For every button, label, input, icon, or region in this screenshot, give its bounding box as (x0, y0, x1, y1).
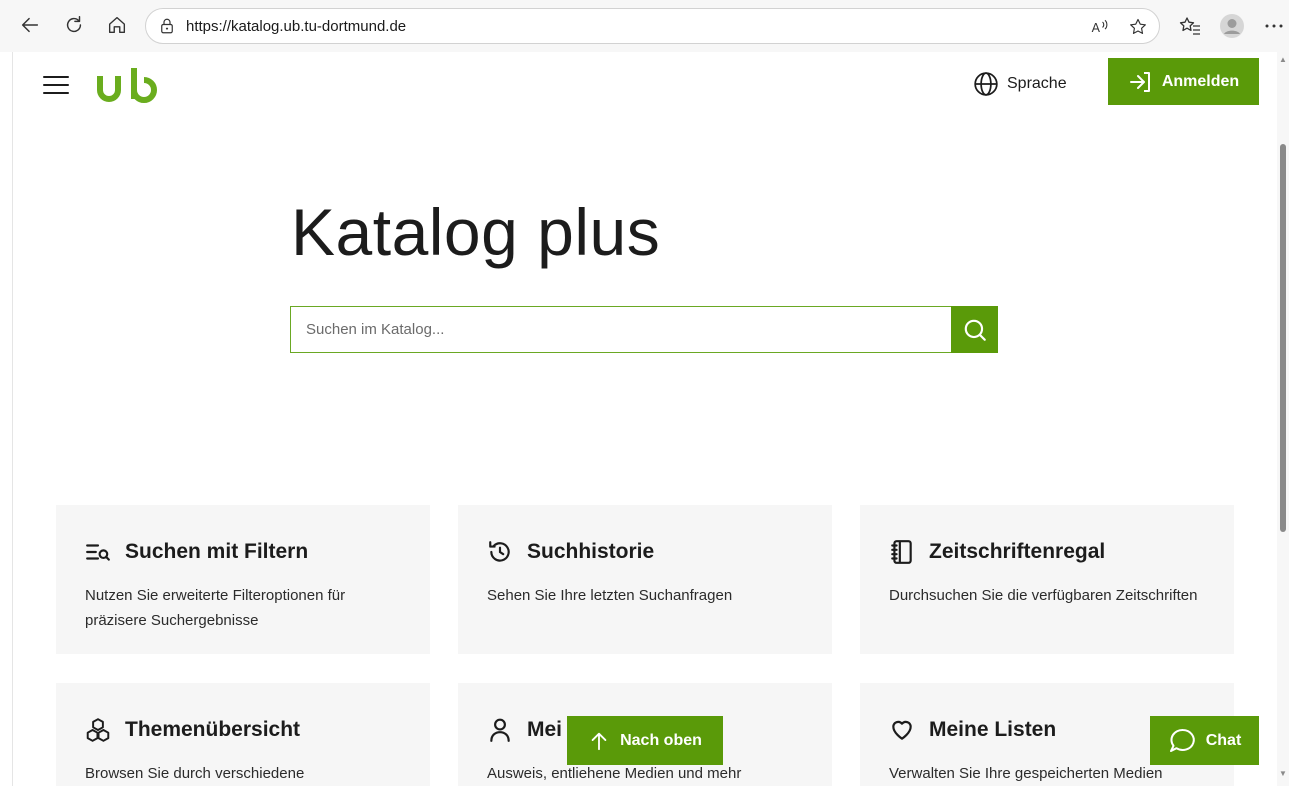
card-header: Themenübersicht (85, 717, 402, 743)
language-button[interactable]: Sprache (973, 70, 1067, 98)
arrow-left-icon (21, 17, 39, 33)
read-aloud-icon[interactable]: A (1090, 17, 1110, 37)
chat-bubble-icon (1169, 728, 1195, 752)
card-title: Suchhistorie (527, 540, 655, 563)
search-icon (964, 319, 986, 341)
back-to-top-label: Nach oben (620, 731, 702, 749)
card-journals[interactable]: Zeitschriftenregal Durchsuchen Sie die v… (860, 505, 1234, 654)
card-header: Suchhistorie (487, 539, 804, 565)
menu-button[interactable] (43, 70, 69, 96)
user-icon (490, 718, 510, 742)
page-scrollbar[interactable]: ▲ ▼ (1277, 52, 1289, 786)
favorite-star-icon[interactable] (1128, 17, 1148, 37)
card-search-history[interactable]: Suchhistorie Sehen Sie Ihre letzten Such… (458, 505, 832, 654)
page-title: Katalog plus (291, 195, 661, 269)
profile-avatar-icon[interactable] (1220, 14, 1244, 38)
card-description: Browsen Sie durch verschiedene (85, 765, 305, 782)
hamburger-line (43, 84, 69, 86)
scroll-down-arrow[interactable]: ▼ (1279, 770, 1287, 778)
topics-icon (86, 718, 110, 742)
home-icon (108, 16, 126, 34)
chat-button[interactable]: Chat (1150, 716, 1259, 765)
reload-button[interactable] (61, 12, 87, 38)
login-label: Anmelden (1161, 72, 1240, 90)
browser-toolbar: https://katalog.ub.tu-dortmund.de A (0, 0, 1289, 52)
card-header: Zeitschriftenregal (889, 539, 1206, 565)
history-icon (489, 541, 510, 562)
card-description: Nutzen Sie erweiterte Filteroptionen für… (85, 587, 346, 629)
arrow-up-icon (591, 732, 607, 750)
card-title: Suchen mit Filtern (125, 540, 309, 563)
login-arrow-icon (1129, 71, 1150, 92)
favorites-icon[interactable] (1178, 14, 1202, 38)
card-search-filters[interactable]: Suchen mit Filtern Nutzen Sie erweiterte… (56, 505, 430, 654)
scroll-thumb[interactable] (1280, 144, 1286, 532)
search-input[interactable] (291, 307, 951, 352)
hamburger-line (43, 76, 69, 78)
search-form (290, 306, 998, 353)
login-button[interactable]: Anmelden (1108, 58, 1259, 105)
more-options-icon[interactable] (1262, 14, 1286, 38)
card-topics[interactable]: Themenübersicht Browsen Sie durch versch… (56, 683, 430, 786)
chat-label: Chat (1205, 731, 1242, 749)
card-description: Durchsuchen Sie die verfügbaren Zeitschr… (889, 587, 1198, 604)
journal-icon (891, 540, 912, 564)
back-button[interactable] (17, 12, 43, 38)
card-title: Themenübersicht (125, 718, 301, 741)
hamburger-line (43, 92, 69, 94)
card-title: Zeitschriftenregal (929, 540, 1106, 563)
page-content: Sprache Anmelden Katalog plus Suchen mit… (12, 52, 1277, 786)
ub-logo[interactable] (96, 66, 168, 106)
scroll-up-arrow[interactable]: ▲ (1279, 56, 1287, 64)
card-header: Suchen mit Filtern (85, 539, 402, 565)
home-button[interactable] (104, 12, 130, 38)
reload-icon (66, 16, 82, 33)
lock-icon[interactable] (158, 17, 176, 35)
search-button[interactable] (951, 306, 998, 353)
back-to-top-button[interactable]: Nach oben (567, 716, 723, 765)
language-label: Sprache (1007, 75, 1067, 92)
svg-text:A: A (1092, 21, 1101, 35)
address-bar[interactable]: https://katalog.ub.tu-dortmund.de A (145, 8, 1160, 44)
globe-icon (974, 72, 998, 96)
card-description: Sehen Sie Ihre letzten Suchanfragen (487, 587, 733, 604)
card-title: Meine Listen (929, 718, 1057, 741)
card-title: Mei (527, 718, 563, 741)
filter-search-icon (86, 544, 110, 561)
heart-icon (892, 720, 912, 740)
url-text[interactable]: https://katalog.ub.tu-dortmund.de (186, 18, 406, 35)
